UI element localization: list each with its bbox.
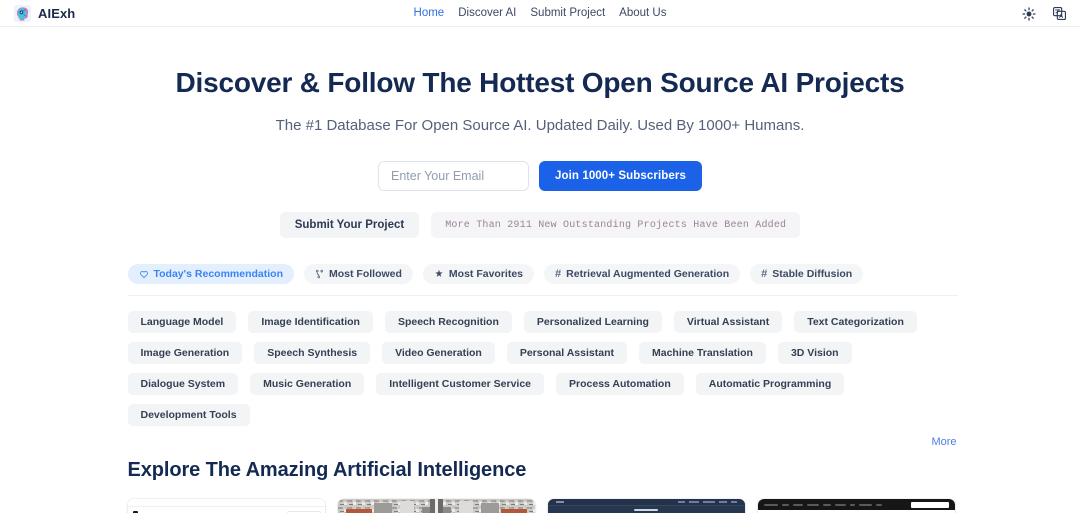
filter-chip-label: Retrieval Augmented Generation	[566, 268, 730, 280]
category-tag[interactable]: Machine Translation	[638, 342, 766, 364]
category-tag[interactable]: Dialogue System	[127, 373, 239, 395]
explore-section-title: Explore The Amazing Artificial Intellige…	[127, 459, 527, 481]
nav-item-submit-project[interactable]: Submit Project	[530, 7, 605, 19]
category-tag[interactable]: Speech Synthesis	[254, 342, 371, 364]
brand[interactable]: AIExh	[14, 4, 76, 22]
filter-chip-label: Stable Diffusion	[772, 268, 853, 280]
main-nav: Home Discover AI Submit Project About Us	[414, 7, 667, 19]
hero-subtitle: The #1 Database For Open Source AI. Upda…	[275, 117, 805, 134]
email-field[interactable]	[377, 161, 529, 191]
hash-icon: #	[761, 267, 768, 280]
filter-chip-label: Most Favorites	[448, 268, 524, 280]
filter-chip-most-favorites[interactable]: Most Favorites	[422, 264, 535, 284]
generative-art-screenshot	[337, 499, 535, 513]
stats-banner: More Than 2911 New Outstanding Projects …	[431, 212, 801, 238]
category-tag[interactable]: Speech Recognition	[384, 311, 512, 333]
heart-icon	[139, 269, 149, 279]
project-card-dark-landing[interactable]	[547, 499, 745, 513]
sparkle-icon	[434, 269, 444, 279]
category-tag[interactable]: Personalized Learning	[523, 311, 662, 333]
category-tag[interactable]: Image Identification	[248, 311, 373, 333]
page-title: Discover & Follow The Hottest Open Sourc…	[175, 67, 905, 98]
hero-secondary-row: Submit Your Project More Than 2911 New O…	[0, 212, 1080, 238]
ai-face-logo-icon	[14, 4, 31, 22]
brand-name: AIExh	[38, 5, 76, 21]
nav-item-home[interactable]: Home	[414, 7, 445, 19]
more-link[interactable]: More	[931, 436, 956, 448]
filter-chip-retrieval-augmented-generation[interactable]: # Retrieval Augmented Generation	[544, 264, 741, 284]
category-tag[interactable]: 3D Vision	[777, 342, 852, 364]
nav-item-discover-ai[interactable]: Discover AI	[458, 7, 516, 19]
category-tag[interactable]: Process Automation	[556, 373, 684, 395]
subscribe-button[interactable]: Join 1000+ Subscribers	[538, 161, 702, 191]
category-tag[interactable]: Intelligent Customer Service	[376, 373, 545, 395]
project-card-omniparse[interactable]: OmniParse	[127, 499, 325, 513]
content-area: Today's Recommendation Most Followed Mos…	[123, 264, 958, 513]
category-tag[interactable]: Virtual Assistant	[673, 311, 783, 333]
category-tag[interactable]: Development Tools	[127, 404, 250, 426]
category-tag-list: Language Model Image Identification Spee…	[127, 311, 958, 426]
hero-section: Discover & Follow The Hottest Open Sourc…	[0, 27, 1080, 238]
more-row: More	[128, 436, 958, 448]
category-tag[interactable]: Language Model	[127, 311, 237, 333]
filter-chip-stable-diffusion[interactable]: # Stable Diffusion	[750, 264, 864, 284]
category-tag[interactable]: Personal Assistant	[506, 342, 627, 364]
filter-chip-row: Today's Recommendation Most Followed Mos…	[127, 264, 958, 296]
newsletter-signup: Join 1000+ Subscribers	[0, 161, 1080, 191]
filter-chip-todays-recommendation[interactable]: Today's Recommendation	[127, 264, 294, 284]
dark-navy-project-page	[547, 499, 745, 513]
sun-icon[interactable]	[1020, 5, 1037, 22]
submit-project-button[interactable]: Submit Your Project	[279, 212, 420, 238]
readme-documentation-page	[757, 499, 955, 513]
docs-page-screenshot: OmniParse	[127, 499, 325, 513]
filter-chip-label: Most Followed	[329, 268, 402, 280]
category-tag[interactable]: Automatic Programming	[695, 373, 845, 395]
category-tag[interactable]: Text Categorization	[794, 311, 917, 333]
project-card-readme[interactable]	[757, 499, 955, 513]
filter-chip-label: Today's Recommendation	[153, 268, 284, 280]
nav-item-about-us[interactable]: About Us	[619, 7, 666, 19]
translate-icon[interactable]	[1051, 5, 1068, 22]
filter-chip-most-followed[interactable]: Most Followed	[304, 264, 413, 284]
header-actions	[1020, 0, 1068, 27]
git-fork-icon	[315, 269, 324, 279]
hash-icon: #	[555, 267, 562, 280]
project-card-grid: OmniParse	[127, 499, 958, 513]
site-header: AIExh Home Discover AI Submit Project Ab…	[0, 0, 1080, 27]
project-card-generative-art[interactable]	[337, 499, 535, 513]
category-tag[interactable]: Music Generation	[250, 373, 365, 395]
category-tag[interactable]: Image Generation	[127, 342, 243, 364]
category-tag[interactable]: Video Generation	[382, 342, 495, 364]
